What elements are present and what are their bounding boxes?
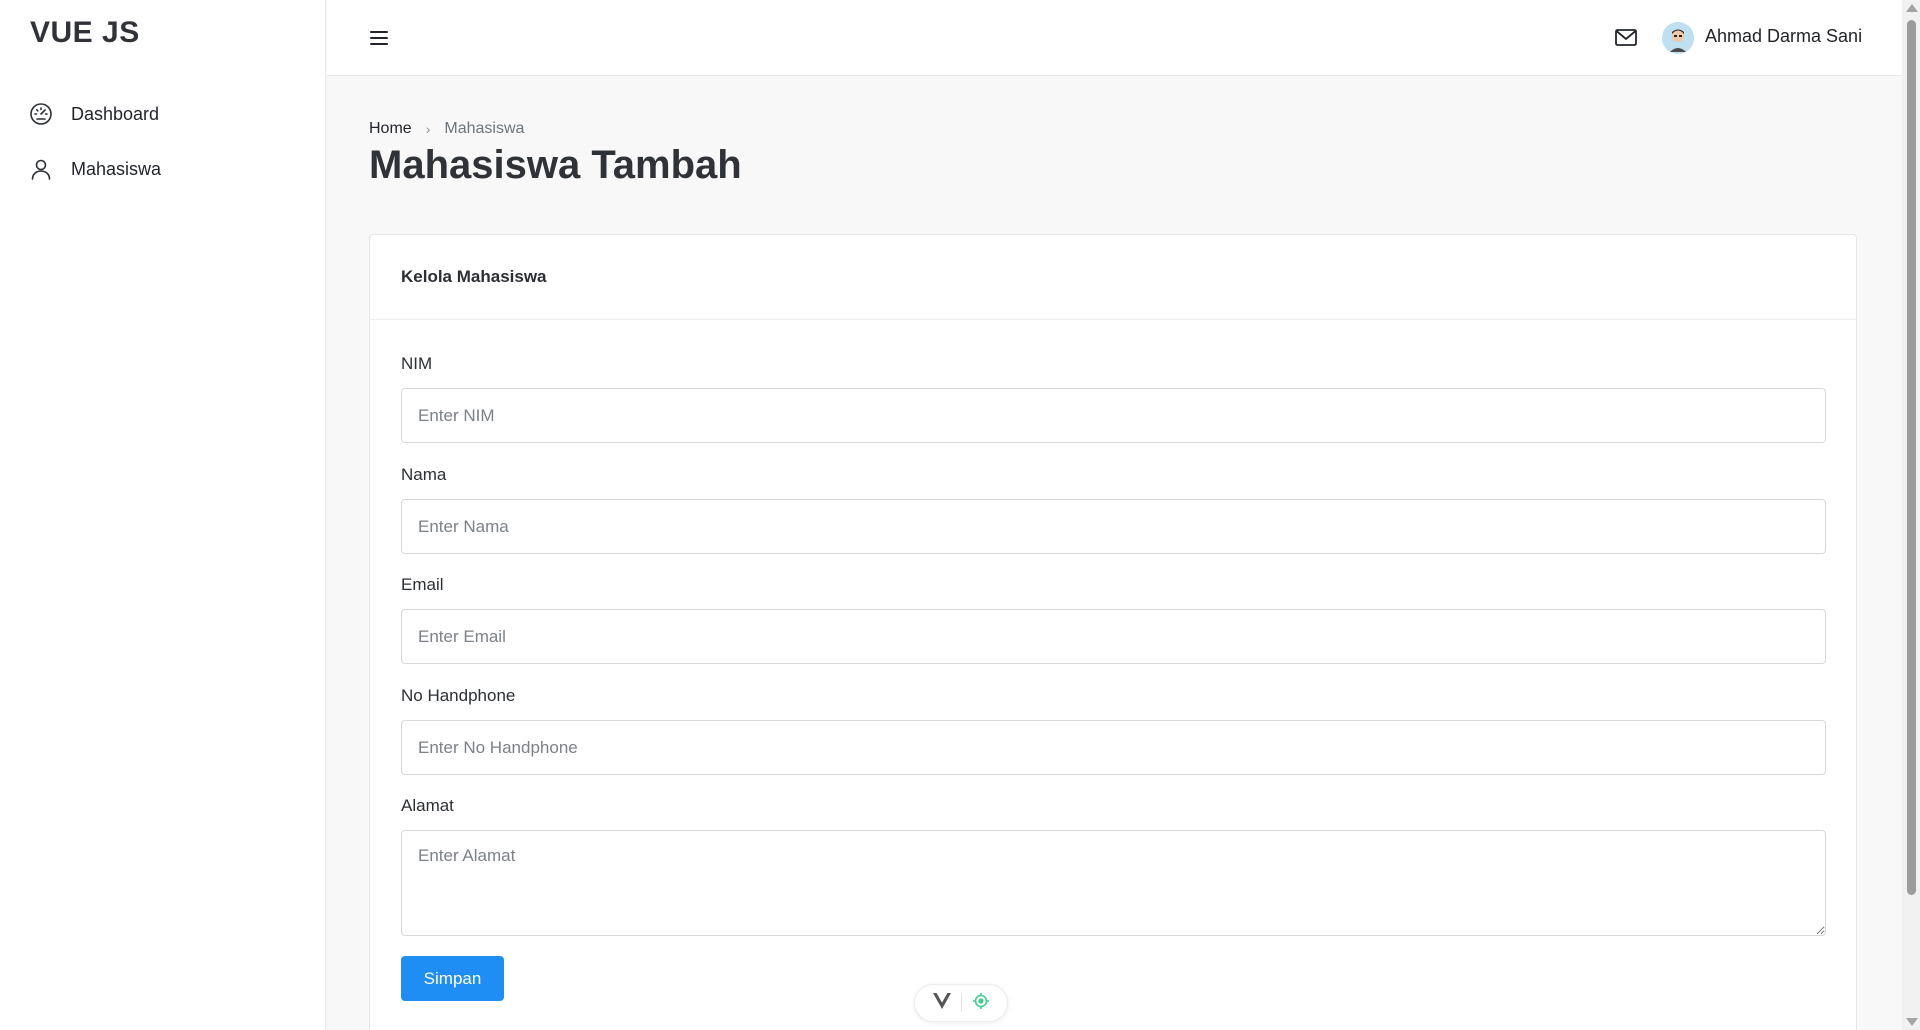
vertical-scrollbar[interactable] (1902, 0, 1920, 1030)
avatar[interactable] (1662, 22, 1694, 54)
hamburger-icon[interactable] (367, 26, 391, 50)
no-handphone-label: No Handphone (401, 686, 516, 705)
no-handphone-input[interactable] (401, 720, 1826, 775)
speedometer-icon (28, 101, 54, 127)
form-card: Kelola Mahasiswa NIM Nama Email No Handp… (369, 234, 1857, 1030)
top-navbar: Ahmad Darma Sani (327, 0, 1902, 76)
nama-label: Nama (401, 465, 447, 484)
sidebar-item-mahasiswa[interactable]: Mahasiswa (28, 153, 161, 185)
card-title: Kelola Mahasiswa (401, 267, 547, 286)
vue-logo-icon[interactable] (932, 992, 951, 1014)
sidebar-item-label: Dashboard (71, 103, 160, 124)
email-label: Email (401, 575, 444, 594)
alamat-label: Alamat (401, 796, 454, 815)
alamat-textarea[interactable] (401, 830, 1826, 936)
nama-input[interactable] (401, 499, 1826, 554)
page-title: Mahasiswa Tambah (369, 143, 742, 187)
nim-label: NIM (401, 354, 433, 373)
scrollbar-thumb[interactable] (1907, 20, 1916, 895)
crosshair-icon[interactable] (972, 992, 990, 1015)
scroll-up-arrow-icon[interactable] (1906, 4, 1918, 12)
user-icon (28, 156, 54, 182)
sidebar: VUE JS Dashboard Mahasiswa (0, 0, 326, 1030)
breadcrumb-home-link[interactable]: Home (369, 120, 412, 138)
email-input[interactable] (401, 609, 1826, 664)
nim-input[interactable] (401, 388, 1826, 443)
breadcrumb-separator-icon: › (425, 121, 431, 137)
user-name[interactable]: Ahmad Darma Sani (1705, 26, 1862, 47)
breadcrumb-current: Mahasiswa (444, 120, 525, 137)
breadcrumb: Home › Mahasiswa (369, 120, 524, 138)
simpan-button[interactable]: Simpan (401, 956, 504, 1001)
sidebar-item-label: Mahasiswa (71, 158, 162, 179)
divider (960, 994, 962, 1012)
sidebar-item-dashboard[interactable]: Dashboard (28, 98, 159, 130)
devtools-toggle[interactable] (914, 984, 1008, 1022)
envelope-icon[interactable] (1614, 28, 1638, 48)
card-header: Kelola Mahasiswa (370, 235, 1856, 320)
scroll-down-arrow-icon[interactable] (1906, 1018, 1918, 1026)
brand-logo[interactable]: VUE JS (30, 16, 140, 50)
